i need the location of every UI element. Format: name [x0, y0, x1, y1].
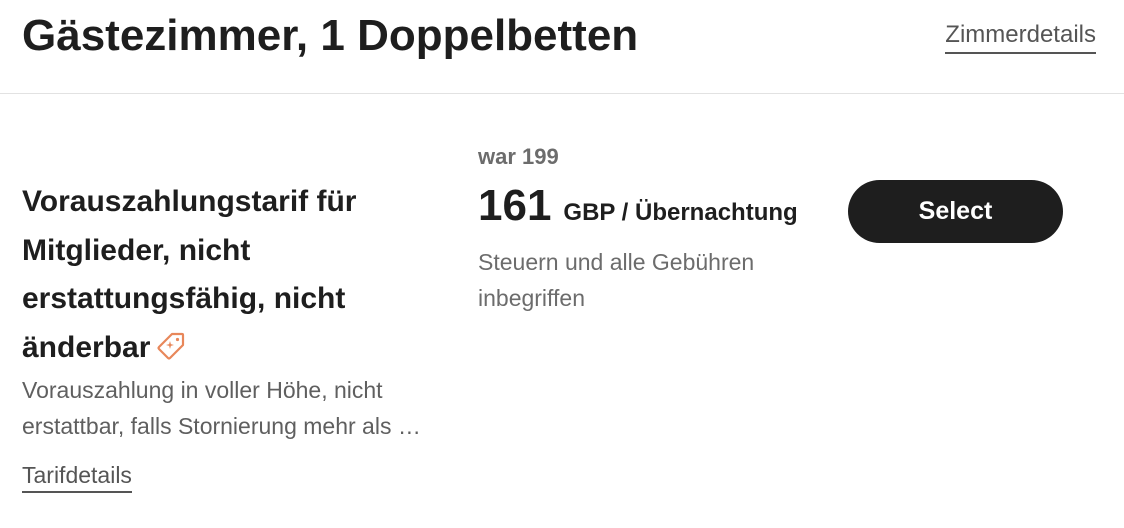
room-details-link[interactable]: Zimmerdetails [945, 20, 1096, 54]
price-note: Steuern und alle Gebühren inbegriffen [478, 249, 755, 311]
price-amount: 161 [478, 181, 552, 230]
tag-sparkle-icon-svg [157, 332, 185, 360]
room-title: Gästezimmer, 1 Doppelbetten [22, 11, 639, 60]
room-header: Gästezimmer, 1 Doppelbetten Zimmerdetail… [0, 0, 1124, 94]
rate-title: Vorauszahlungstarif für Mitglieder, nich… [22, 178, 452, 372]
tag-sparkle-icon [156, 328, 186, 360]
rate-description: Vorauszahlung in voller Höhe, nicht erst… [22, 377, 421, 439]
price-row: 161 GBP / Übernachtung [478, 182, 818, 240]
select-button[interactable]: Select [848, 180, 1063, 243]
rate-details-link[interactable]: Tarifdetails [22, 460, 132, 493]
price-info: war 199 161 GBP / Übernachtung Steuern un… [478, 142, 818, 316]
old-price: war 199 [478, 144, 559, 169]
price-unit: GBP / Übernachtung [563, 199, 798, 226]
rate-title-text: Vorauszahlungstarif für Mitglieder, nich… [22, 185, 357, 364]
rate-info: Vorauszahlungstarif für Mitglieder, nich… [22, 178, 452, 493]
